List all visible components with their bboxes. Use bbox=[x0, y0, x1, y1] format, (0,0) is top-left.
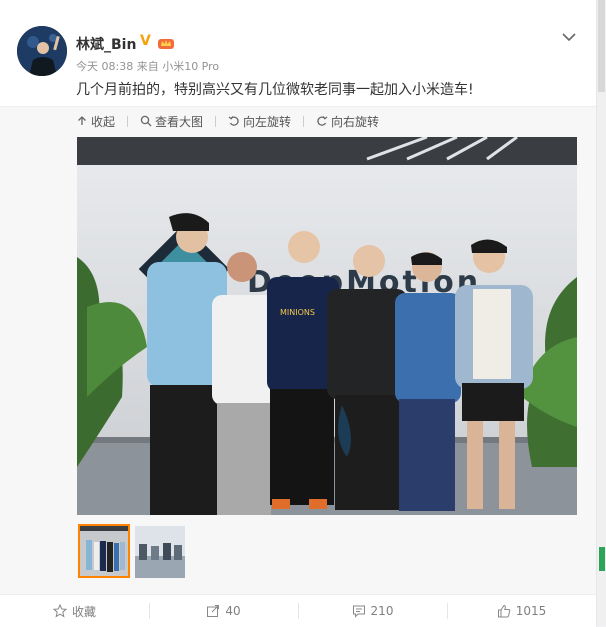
favorite-button[interactable]: 收藏 bbox=[0, 595, 149, 627]
rotate-left-label: 向左旋转 bbox=[243, 114, 292, 129]
post-meta: 今天 08:38 来自 小米10 Pro bbox=[76, 60, 220, 73]
divider bbox=[127, 115, 129, 127]
repost-button[interactable]: 40 bbox=[149, 595, 298, 627]
comment-icon bbox=[352, 605, 365, 618]
star-icon bbox=[52, 604, 67, 618]
crown-icon bbox=[157, 35, 175, 49]
thumbnail-1[interactable] bbox=[78, 524, 130, 578]
weibo-post-card: 林斌_Bin V 今天 08:38 来自 小米10 Pro 几个月前拍的，特别高… bbox=[0, 0, 597, 627]
rotate-left-icon bbox=[228, 115, 240, 127]
minions-shirt-text: MINIONS bbox=[280, 308, 315, 317]
collapse-icon bbox=[76, 115, 88, 127]
repost-count: 40 bbox=[225, 604, 241, 618]
post-photo[interactable]: DeepMotion MINIONS bbox=[77, 137, 577, 515]
action-bar: 收藏 40 210 1015 bbox=[0, 594, 596, 627]
thumbnail-2[interactable] bbox=[135, 526, 185, 578]
rotate-left-button[interactable]: 向左旋转 bbox=[228, 113, 305, 130]
comment-count: 210 bbox=[370, 604, 394, 618]
divider bbox=[215, 115, 217, 127]
view-full-image-button[interactable]: 查看大图 bbox=[140, 113, 217, 130]
rotate-right-label: 向右旋转 bbox=[331, 114, 380, 129]
like-button[interactable]: 1015 bbox=[447, 595, 596, 627]
magnifier-icon bbox=[140, 115, 152, 127]
scrollbar[interactable] bbox=[597, 0, 606, 626]
comment-button[interactable]: 210 bbox=[298, 595, 447, 627]
view-full-label: 查看大图 bbox=[155, 114, 204, 129]
collapse-label: 收起 bbox=[91, 114, 116, 129]
image-toolbar: 收起 查看大图 向左旋转 向右旋转 bbox=[76, 112, 391, 130]
repost-icon bbox=[207, 605, 220, 617]
scrollbar-marker bbox=[599, 547, 605, 571]
rotate-right-icon bbox=[316, 115, 328, 127]
rotate-right-button[interactable]: 向右旋转 bbox=[316, 113, 379, 130]
chevron-down-icon[interactable] bbox=[561, 28, 577, 42]
avatar[interactable] bbox=[17, 26, 67, 76]
thumbs-up-icon bbox=[497, 604, 510, 618]
favorite-label: 收藏 bbox=[71, 604, 96, 619]
verified-icon: V bbox=[140, 33, 151, 49]
scrollbar-thumb[interactable] bbox=[598, 0, 605, 92]
post-text: 几个月前拍的，特别高兴又有几位微软老同事一起加入小米造车! bbox=[76, 82, 474, 98]
author-name[interactable]: 林斌_Bin bbox=[76, 34, 136, 54]
like-count: 1015 bbox=[515, 604, 547, 618]
divider bbox=[303, 115, 305, 127]
collapse-button[interactable]: 收起 bbox=[76, 113, 129, 130]
